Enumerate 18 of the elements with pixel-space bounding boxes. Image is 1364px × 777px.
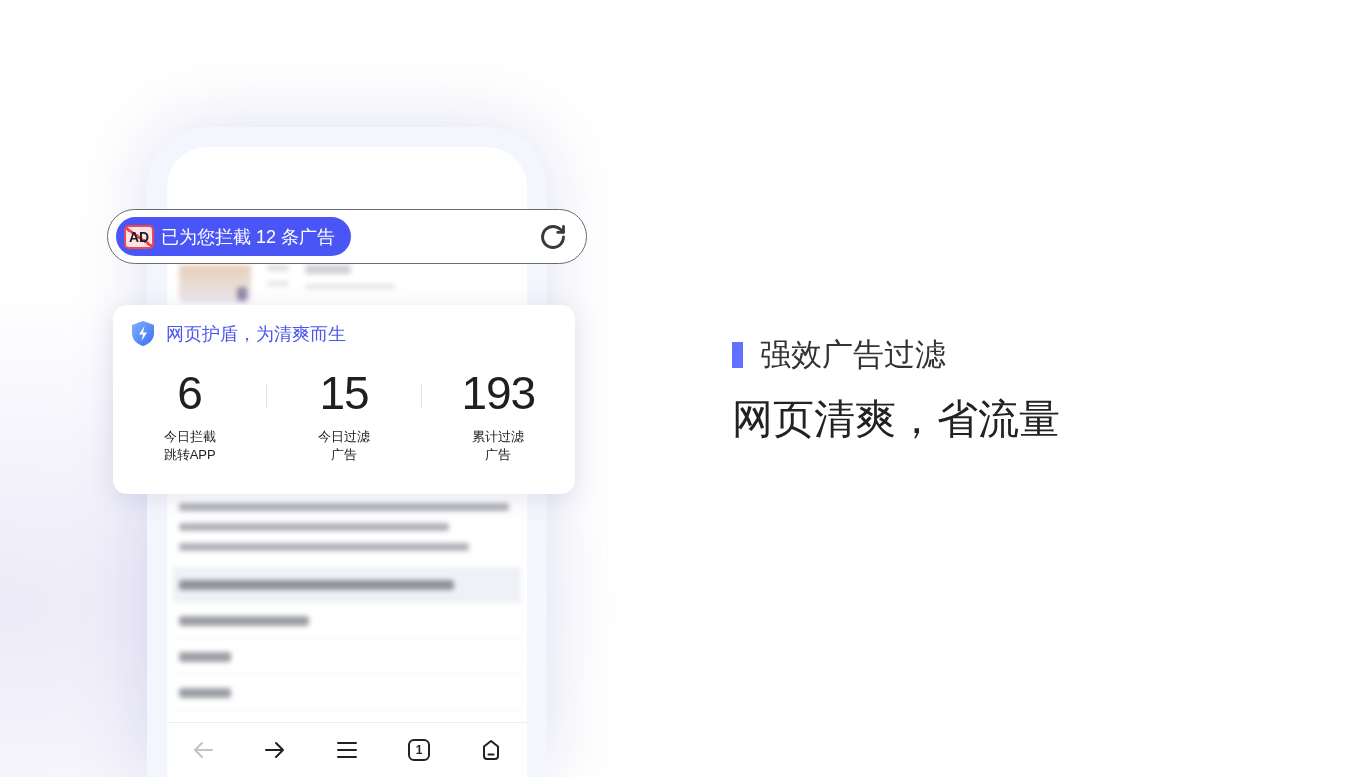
refresh-icon (539, 222, 567, 251)
tabs-button[interactable]: 1 (408, 739, 430, 761)
blocked-ads-message: 已为您拦截 12 条广告 (161, 227, 336, 246)
stat-label: 今日过滤 广告 (318, 428, 370, 464)
stat-value: 15 (319, 370, 369, 416)
menu-icon (337, 741, 357, 759)
card-title: 网页护盾，为清爽而生 (166, 324, 346, 343)
feature-subtitle: 强效广告过滤 (760, 336, 946, 374)
stat-label: 今日拦截 跳转APP (163, 428, 216, 464)
stat-label: 累计过滤 广告 (472, 428, 525, 464)
stat-value: 6 (177, 370, 202, 416)
arrow-left-icon (193, 741, 213, 759)
feature-headline: 网页清爽，省流量 (732, 395, 1060, 443)
arrow-right-icon (265, 741, 285, 759)
stat-value: 193 (461, 370, 536, 416)
home-icon (480, 739, 502, 761)
shield-lightning-icon (132, 321, 154, 346)
accent-bar (732, 342, 743, 368)
